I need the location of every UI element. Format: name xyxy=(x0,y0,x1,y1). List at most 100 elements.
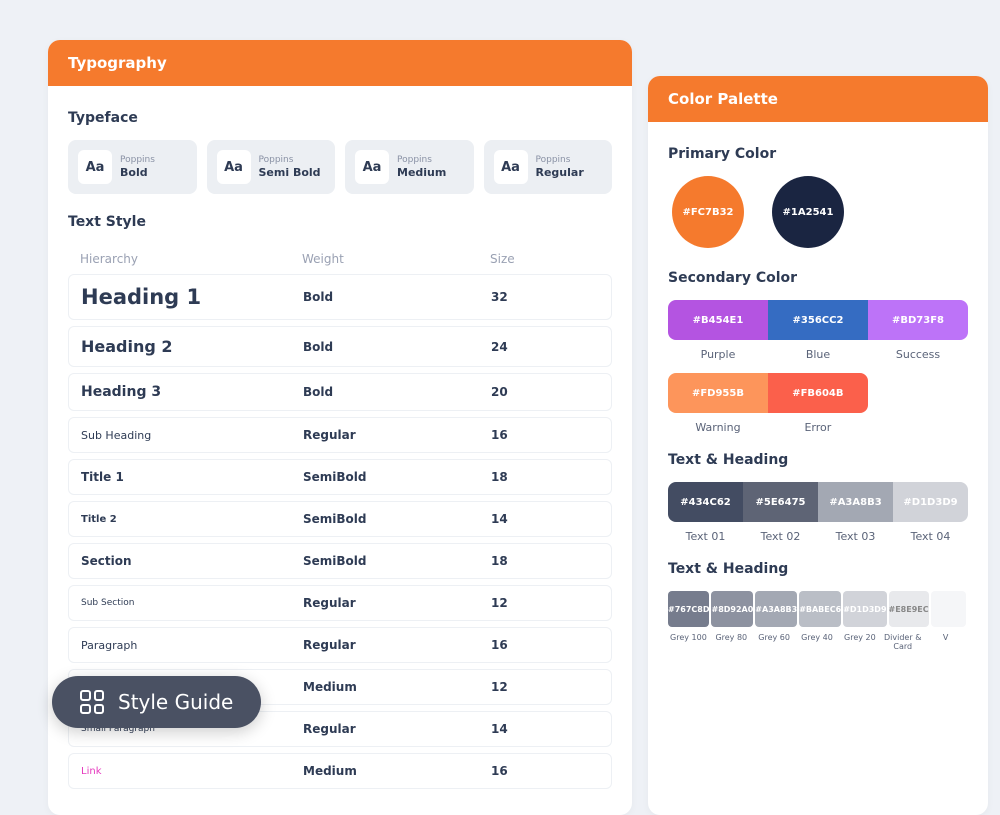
grey-swatch: #E8E9EC xyxy=(889,591,929,627)
row-hierarchy: Paragraph xyxy=(81,639,303,652)
typeface-sample: Aa xyxy=(355,150,389,184)
textstyle-row: LinkMedium16 xyxy=(68,753,612,789)
color-swatch: #FD955B xyxy=(668,373,768,413)
row-weight: SemiBold xyxy=(303,470,491,484)
color-swatch: #5E6475 xyxy=(743,482,818,522)
grey-label: Divider & Card xyxy=(882,633,923,651)
row-weight: Bold xyxy=(303,290,491,304)
grey-label: Grey 40 xyxy=(797,633,838,651)
row-weight: Bold xyxy=(303,385,491,399)
typeface-name: Poppins xyxy=(120,155,155,165)
grey-label: Grey 100 xyxy=(668,633,709,651)
grey-label: V xyxy=(925,633,966,651)
typeface-item: Aa PoppinsMedium xyxy=(345,140,474,194)
row-hierarchy: Title 1 xyxy=(81,470,303,484)
typeface-item: Aa PoppinsSemi Bold xyxy=(207,140,336,194)
row-size: 16 xyxy=(491,428,599,442)
swatch-label: Warning xyxy=(668,421,768,434)
textstyle-row: Heading 2Bold24 xyxy=(68,326,612,367)
row-size: 14 xyxy=(491,722,599,736)
color-swatch: #356CC2 xyxy=(768,300,868,340)
row-size: 32 xyxy=(491,290,599,304)
row-weight: SemiBold xyxy=(303,512,491,526)
row-hierarchy: Section xyxy=(81,554,303,568)
table-header: Hierarchy Weight Size xyxy=(68,244,612,274)
row-weight: Regular xyxy=(303,722,491,736)
textstyle-row: Heading 1Bold32 xyxy=(68,274,612,320)
typeface-sample: Aa xyxy=(217,150,251,184)
row-weight: Regular xyxy=(303,638,491,652)
typeface-sample: Aa xyxy=(494,150,528,184)
row-weight: Medium xyxy=(303,680,491,694)
swatch-label: Text 04 xyxy=(893,530,968,543)
greys-heading: Text & Heading xyxy=(668,561,968,577)
grey-label: Grey 80 xyxy=(711,633,752,651)
swatch-label: Error xyxy=(768,421,868,434)
grey-swatch: #D1D3D9 xyxy=(843,591,886,627)
row-hierarchy: Title 2 xyxy=(81,514,303,525)
pill-label: Style Guide xyxy=(118,690,233,714)
row-hierarchy: Link xyxy=(81,766,303,777)
palette-card: Color Palette Primary Color #FC7B32#1A25… xyxy=(648,76,988,815)
swatch-label: Text 01 xyxy=(668,530,743,543)
grey-swatch xyxy=(931,591,966,627)
color-swatch: #FB604B xyxy=(768,373,868,413)
color-swatch: #A3A8B3 xyxy=(818,482,893,522)
textheading-heading: Text & Heading xyxy=(668,452,968,468)
row-weight: Bold xyxy=(303,340,491,354)
typeface-weight: Bold xyxy=(120,166,155,179)
row-size: 16 xyxy=(491,638,599,652)
swatch-label: Purple xyxy=(668,348,768,361)
typography-title: Typography xyxy=(48,40,632,86)
textstyle-row: Heading 3Bold20 xyxy=(68,373,612,411)
typeface-name: Poppins xyxy=(536,155,584,165)
row-hierarchy: Sub Heading xyxy=(81,429,303,442)
color-swatch: #BD73F8 xyxy=(868,300,968,340)
row-weight: Regular xyxy=(303,596,491,610)
row-hierarchy: Heading 1 xyxy=(81,285,303,309)
row-size: 20 xyxy=(491,385,599,399)
color-swatch: #B454E1 xyxy=(668,300,768,340)
swatch-label: Text 03 xyxy=(818,530,893,543)
row-size: 18 xyxy=(491,470,599,484)
color-swatch: #D1D3D9 xyxy=(893,482,968,522)
col-weight: Weight xyxy=(302,252,490,266)
row-size: 12 xyxy=(491,596,599,610)
grey-swatch: #767C8D xyxy=(668,591,709,627)
typeface-name: Poppins xyxy=(259,155,321,165)
typeface-sample: Aa xyxy=(78,150,112,184)
swatch-label: Blue xyxy=(768,348,868,361)
swatch-label: Text 02 xyxy=(743,530,818,543)
grey-label: Grey 60 xyxy=(754,633,795,651)
textstyle-row: Title 1SemiBold18 xyxy=(68,459,612,495)
row-weight: Medium xyxy=(303,764,491,778)
grey-swatch: #BABEC6 xyxy=(799,591,841,627)
primary-swatch: #FC7B32 xyxy=(672,176,744,248)
color-swatch: #434C62 xyxy=(668,482,743,522)
grey-label: Grey 20 xyxy=(839,633,880,651)
row-hierarchy: Heading 2 xyxy=(81,337,303,356)
row-size: 18 xyxy=(491,554,599,568)
row-weight: Regular xyxy=(303,428,491,442)
secondary-heading: Secondary Color xyxy=(668,270,968,286)
row-size: 24 xyxy=(491,340,599,354)
grey-swatch: #A3A8B3 xyxy=(755,591,797,627)
textstyle-row: Sub SectionRegular12 xyxy=(68,585,612,621)
primary-swatch: #1A2541 xyxy=(772,176,844,248)
typeface-item: Aa PoppinsBold xyxy=(68,140,197,194)
swatch-label: Success xyxy=(868,348,968,361)
textstyle-row: Title 2SemiBold14 xyxy=(68,501,612,537)
row-hierarchy: Sub Section xyxy=(81,598,303,608)
primary-heading: Primary Color xyxy=(668,146,968,162)
typeface-weight: Regular xyxy=(536,166,584,179)
row-hierarchy: Heading 3 xyxy=(81,384,303,400)
textstyle-row: Sub HeadingRegular16 xyxy=(68,417,612,453)
typeface-weight: Medium xyxy=(397,166,446,179)
style-guide-pill[interactable]: Style Guide xyxy=(52,676,261,728)
typeface-name: Poppins xyxy=(397,155,446,165)
textstyle-heading: Text Style xyxy=(68,214,612,230)
typeface-heading: Typeface xyxy=(68,110,612,126)
typeface-weight: Semi Bold xyxy=(259,166,321,179)
row-size: 12 xyxy=(491,680,599,694)
col-size: Size xyxy=(490,252,600,266)
